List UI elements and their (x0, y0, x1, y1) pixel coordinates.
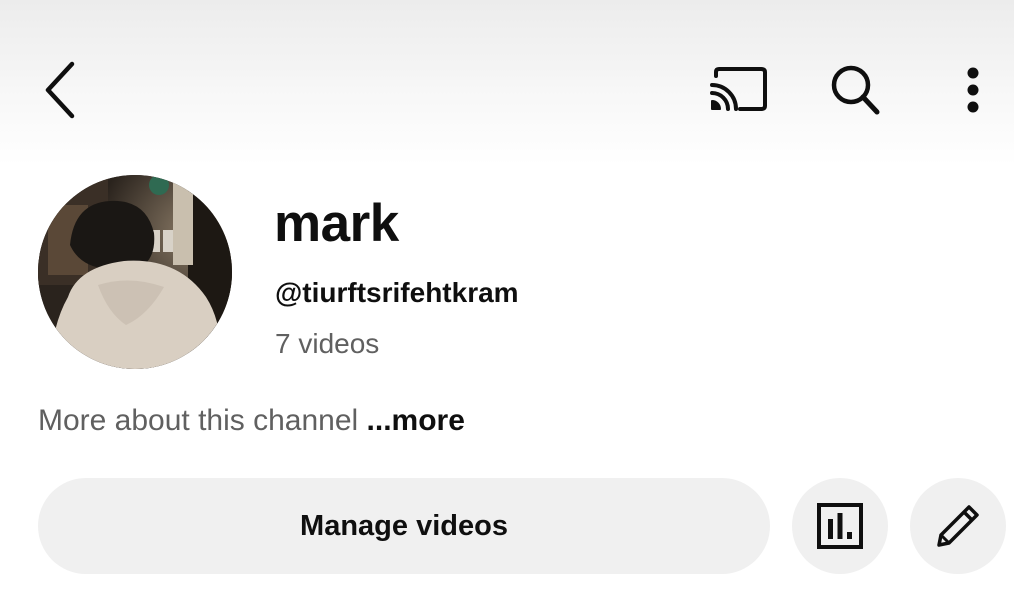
pencil-icon (937, 505, 979, 547)
analytics-icon (817, 503, 863, 549)
avatar-photo (38, 175, 232, 369)
channel-avatar[interactable] (38, 175, 232, 369)
edit-channel-button[interactable] (910, 478, 1006, 574)
channel-page: mark @tiurftsrifehtkram 7 videos More ab… (0, 0, 1014, 610)
more-link[interactable]: ...more (367, 404, 465, 437)
more-vertical-icon (967, 67, 979, 113)
search-icon (831, 65, 880, 115)
channel-handle: @tiurftsrifehtkram (275, 277, 519, 308)
back-button[interactable] (30, 55, 90, 125)
cast-button[interactable] (700, 58, 776, 122)
analytics-button[interactable] (792, 478, 888, 574)
more-options-button[interactable] (950, 58, 996, 122)
chevron-left-icon (45, 61, 75, 119)
manage-videos-button[interactable]: Manage videos (38, 478, 770, 574)
description-text: More about this channel (38, 404, 359, 437)
cast-icon (710, 67, 767, 111)
video-count: 7 videos (275, 328, 380, 359)
channel-description[interactable]: More about this channel ...more (38, 404, 465, 438)
channel-name: mark (274, 194, 399, 253)
search-button[interactable] (820, 58, 890, 122)
